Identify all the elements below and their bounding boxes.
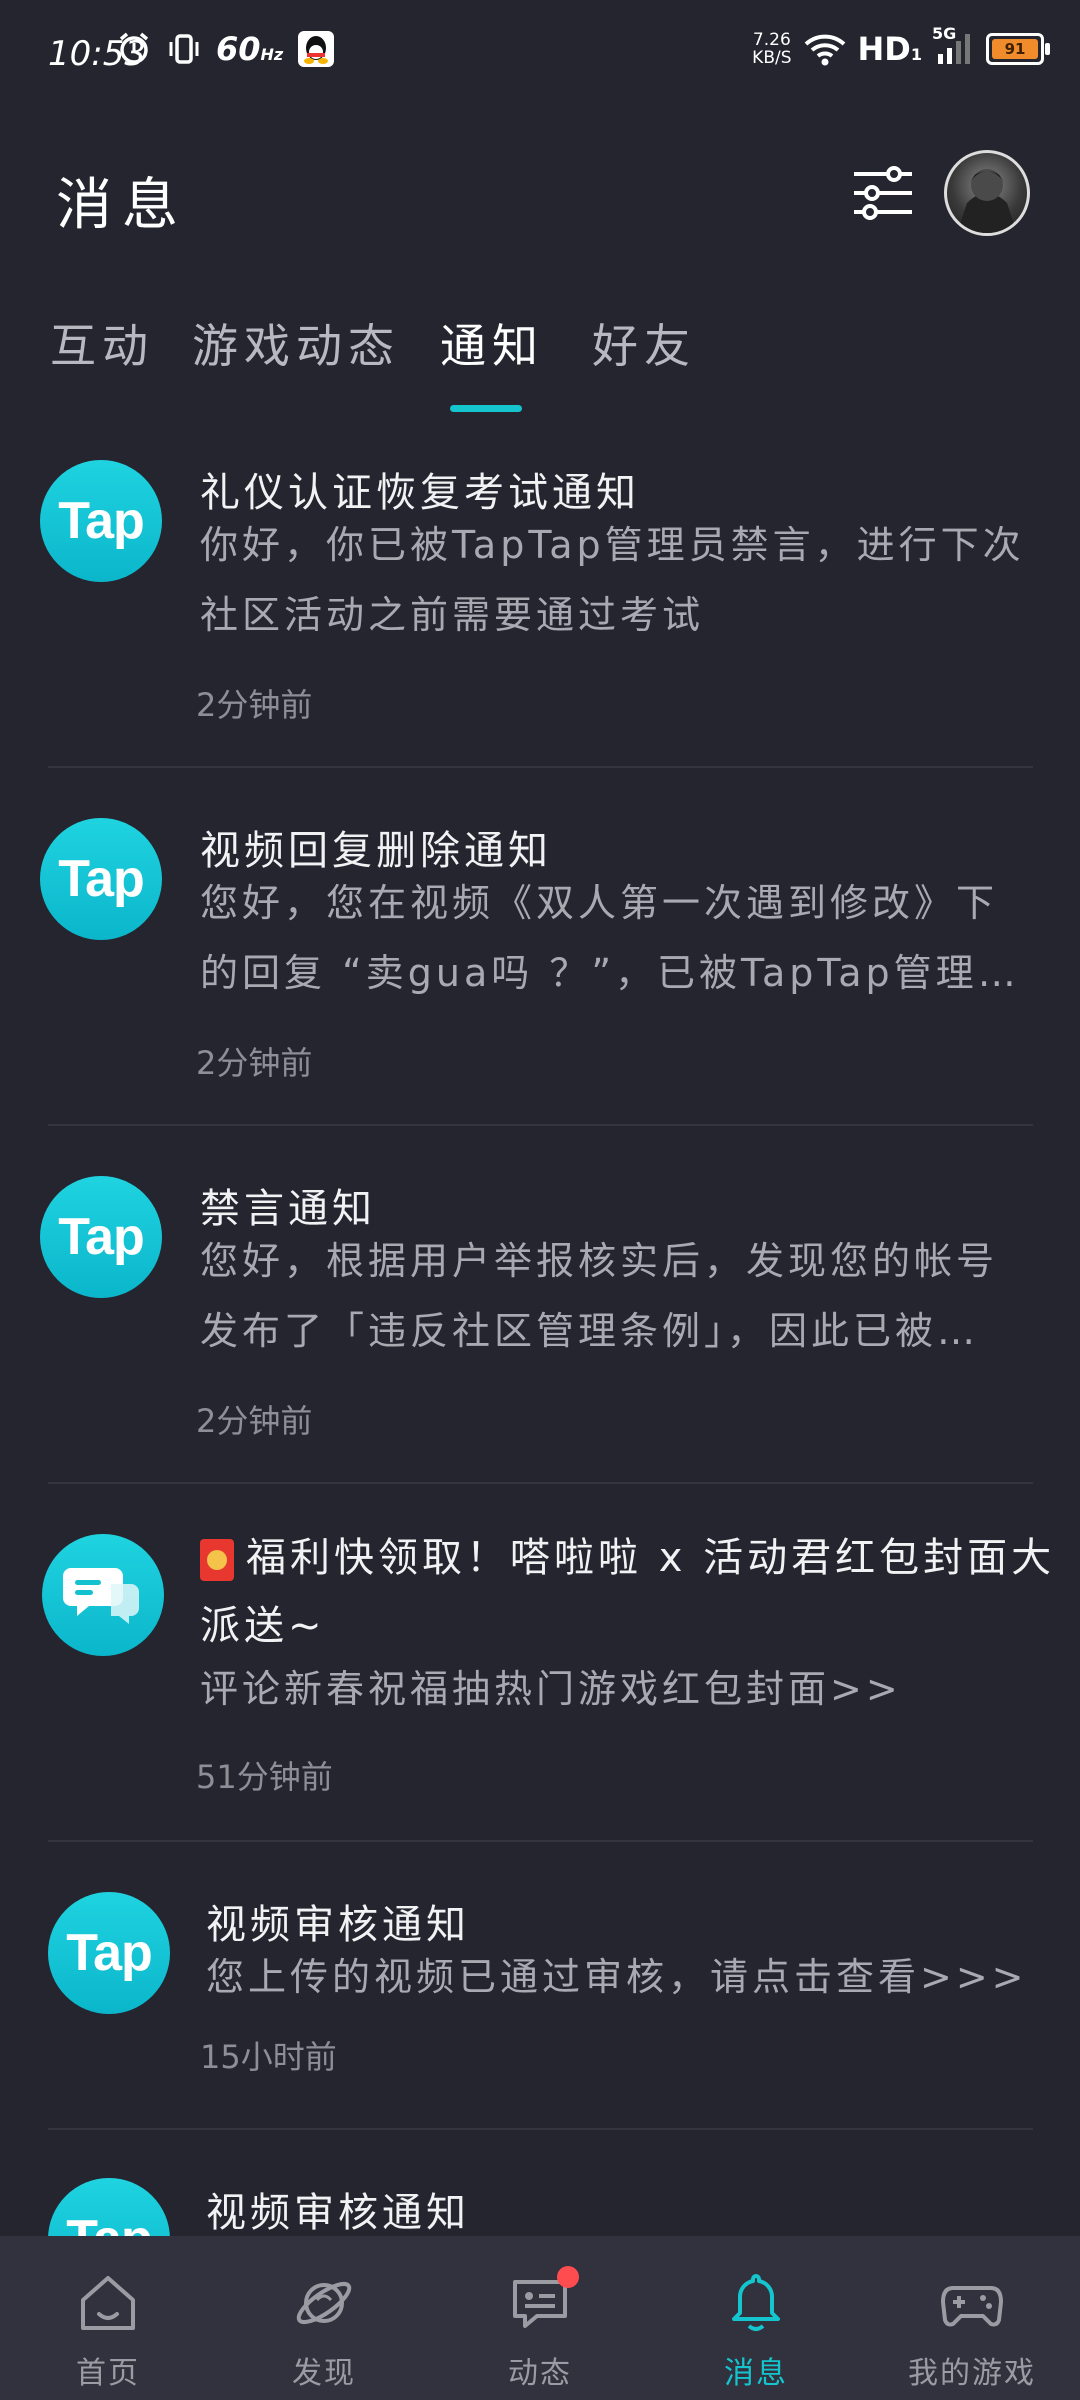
tap-logo-icon: Tap xyxy=(48,1892,170,2014)
notification-badge xyxy=(557,2266,579,2288)
nav-label: 我的游戏 xyxy=(908,2356,1036,2391)
item-body: 您好，根据用户举报核实后，发现您的帐号发布了「违反社区管理条例」，因此已被… xyxy=(200,1239,999,1353)
item-time: 51分钟前 xyxy=(196,1758,333,1796)
nav-discover[interactable]: 发现 xyxy=(216,2236,432,2400)
qq-icon xyxy=(297,30,335,68)
nav-label: 消息 xyxy=(724,2356,788,2391)
feed-icon xyxy=(507,2266,579,2336)
sliders-icon xyxy=(854,166,912,220)
nav-feed[interactable]: 动态 xyxy=(432,2236,648,2400)
list-item[interactable]: Tap 视频审核通知 您上传的视频已通过审核，请点击查看>>> 15小时前 xyxy=(0,1842,1080,2130)
gamepad-icon xyxy=(939,2270,1005,2336)
home-icon xyxy=(75,2270,141,2336)
signal-icon: 5G xyxy=(932,24,974,66)
tab-bar: 互动 游戏动态 通知 好友 xyxy=(0,310,1080,410)
user-avatar[interactable] xyxy=(944,150,1030,236)
filter-settings-button[interactable] xyxy=(850,160,916,226)
item-time: 2分钟前 xyxy=(196,686,313,724)
tap-logo-icon: Tap xyxy=(40,818,162,940)
bottom-navigation: 首页 发现 动态 消息 我的游戏 xyxy=(0,2236,1080,2400)
net-speed: 7.26 KB/S xyxy=(752,30,792,68)
item-body: 您好，您在视频《双人第一次遇到修改》下的回复 “卖gua吗 ？”，已被TapTa… xyxy=(200,881,999,995)
chat-bubble-icon xyxy=(42,1534,164,1656)
red-envelope-icon xyxy=(200,1539,234,1581)
refresh-rate: 60Hz xyxy=(216,30,284,68)
item-time: 15小时前 xyxy=(200,2038,337,2076)
list-item[interactable]: Tap 视频回复删除通知 您好，您在视频《双人第一次遇到修改》下的回复 “卖gu… xyxy=(0,768,1080,1126)
item-body: 评论新春祝福抽热门游戏红包封面>> xyxy=(200,1667,902,1711)
item-body: 您上传的视频已通过审核，请点击查看>>> xyxy=(206,1955,1028,1999)
avatar-image xyxy=(957,169,1017,233)
hd-indicator: HD1 xyxy=(857,30,922,68)
nav-my-games[interactable]: 我的游戏 xyxy=(864,2236,1080,2400)
alarm-icon xyxy=(116,31,152,67)
status-left-icons: 60Hz xyxy=(116,30,335,68)
nav-label: 动态 xyxy=(508,2356,572,2391)
nav-label: 首页 xyxy=(76,2356,140,2391)
wifi-icon xyxy=(804,32,846,66)
list-item[interactable]: Tap 视频审核通知 xyxy=(0,2130,1080,2300)
item-time: 2分钟前 xyxy=(196,1044,313,1082)
tab-interaction[interactable]: 互动 xyxy=(50,310,154,376)
status-right-icons: 7.26 KB/S HD1 5G 91 xyxy=(752,24,1050,68)
list-item[interactable]: Tap 禁言通知 您好，根据用户举报核实后，发现您的帐号发布了「违反社区管理条例… xyxy=(0,1126,1080,1484)
list-item[interactable]: Tap 礼仪认证恢复考试通知 你好，你已被TapTap管理员禁言，进行下次社区活… xyxy=(0,430,1080,770)
page-title: 消息 xyxy=(56,173,188,238)
item-time: 2分钟前 xyxy=(196,1402,313,1440)
bell-icon xyxy=(723,2270,789,2336)
tab-friends[interactable]: 好友 xyxy=(592,310,696,376)
list-item[interactable]: 福利快领取！嗒啦啦 x 活动君红包封面大 派送~ 评论新春祝福抽热门游戏红包封面>… xyxy=(0,1484,1080,1842)
vibrate-icon xyxy=(166,31,202,67)
tab-notifications[interactable]: 通知 xyxy=(440,310,544,376)
tap-logo-icon: Tap xyxy=(40,1176,162,1298)
status-bar: 10:53 60Hz 7.26 KB/S HD1 5G 91 xyxy=(0,0,1080,110)
planet-icon xyxy=(291,2270,357,2336)
active-tab-indicator xyxy=(450,405,522,412)
tap-logo-icon: Tap xyxy=(40,460,162,582)
battery-icon: 91 xyxy=(986,33,1050,65)
tab-game-updates[interactable]: 游戏动态 xyxy=(192,310,400,376)
nav-label: 发现 xyxy=(292,2356,356,2391)
nav-home[interactable]: 首页 xyxy=(0,2236,216,2400)
item-title: 视频审核通知 xyxy=(206,2190,470,2236)
item-title: 福利快领取！嗒啦啦 x 活动君红包封面大 派送~ xyxy=(200,1535,1056,1649)
nav-messages[interactable]: 消息 xyxy=(648,2236,864,2400)
item-body: 你好，你已被TapTap管理员禁言，进行下次社区活动之前需要通过考试 xyxy=(200,523,1025,637)
